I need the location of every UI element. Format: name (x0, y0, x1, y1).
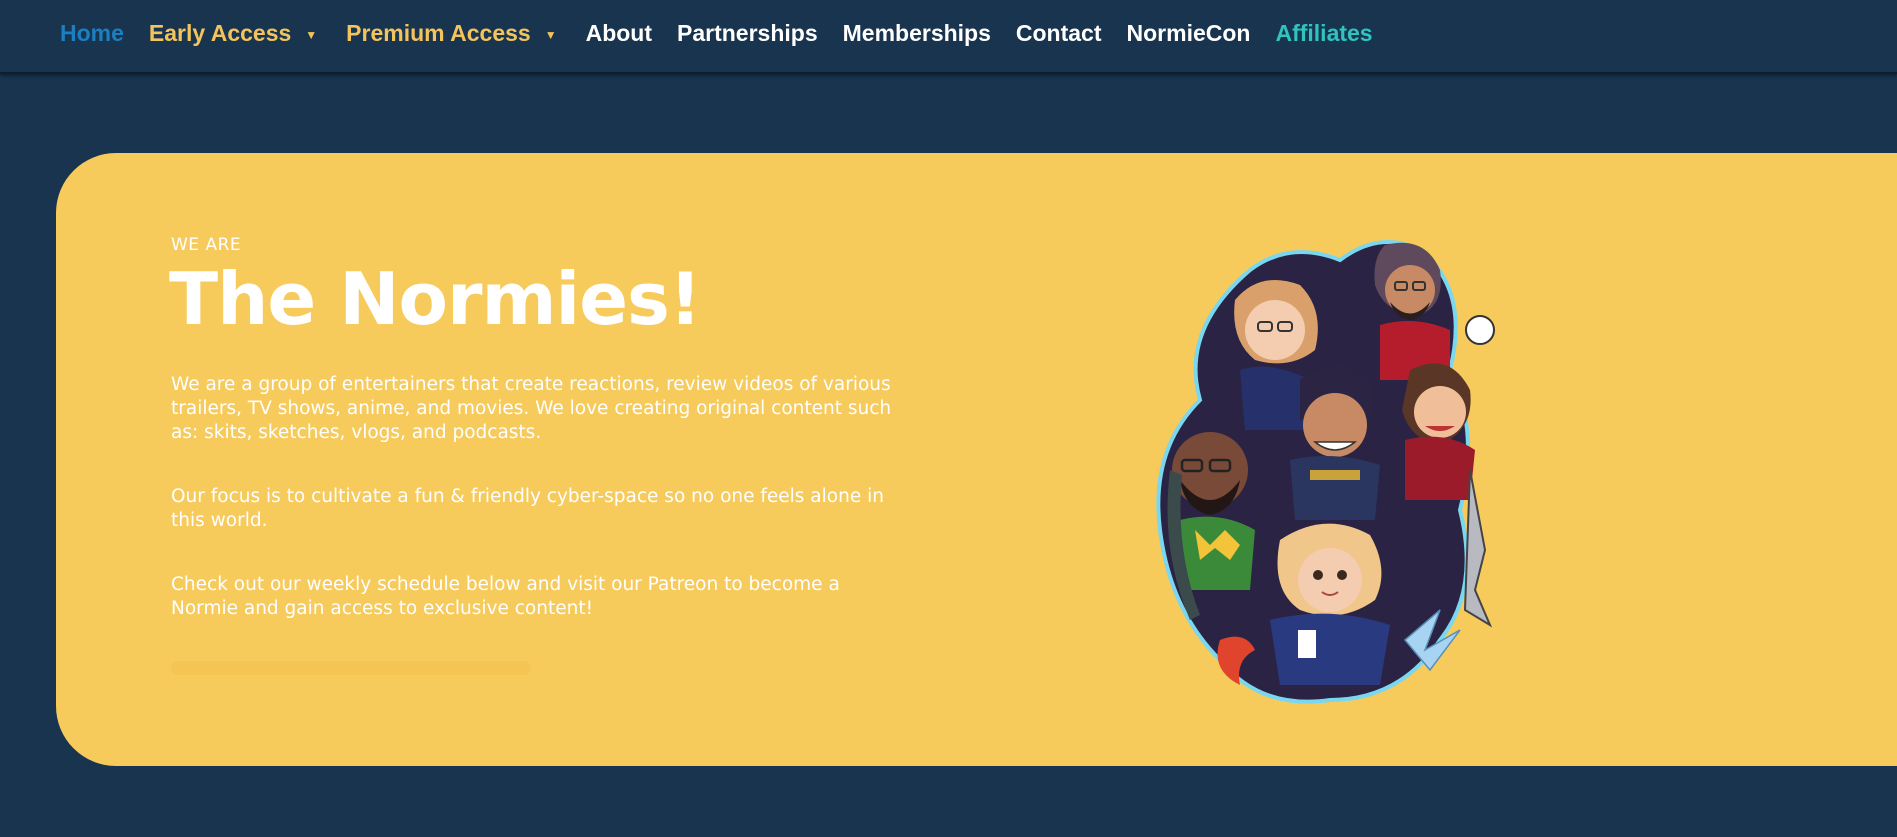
nav-premium-access-label: Premium Access (346, 20, 531, 46)
normies-group-illustration (1156, 240, 1495, 704)
nav-menu: Home Early Access ▼ Premium Access ▼ Abo… (60, 20, 1398, 47)
hero-faint-link[interactable] (171, 661, 531, 675)
caret-down-icon: ▼ (544, 27, 557, 42)
hero-section: WE ARE The Normies! We are a group of en… (56, 153, 1897, 766)
nav-about-link[interactable]: About (586, 20, 652, 47)
caret-down-icon: ▼ (305, 27, 318, 42)
nav-memberships-link[interactable]: Memberships (843, 20, 991, 47)
nav-partnerships-link[interactable]: Partnerships (677, 20, 818, 47)
nav-affiliates-link[interactable]: Affiliates (1275, 20, 1372, 47)
hero-eyebrow: WE ARE (171, 235, 242, 255)
top-navigation-bar: Home Early Access ▼ Premium Access ▼ Abo… (0, 0, 1897, 74)
nav-contact-link[interactable]: Contact (1016, 20, 1102, 47)
hero-paragraph-focus: Our focus is to cultivate a fun & friend… (171, 486, 884, 531)
nav-early-access-label: Early Access (148, 20, 292, 46)
nav-early-access-dropdown[interactable]: Early Access ▼ (149, 20, 321, 47)
hero-title: The Normies! (169, 257, 702, 341)
hero-paragraph-intro: We are a group of entertainers that crea… (171, 374, 892, 443)
hero-paragraph-cta: Check out our weekly schedule below and … (171, 574, 840, 619)
nav-normiecon-link[interactable]: NormieCon (1127, 20, 1251, 47)
nav-home-link[interactable]: Home (60, 20, 124, 47)
nav-premium-access-dropdown[interactable]: Premium Access ▼ (346, 20, 560, 47)
